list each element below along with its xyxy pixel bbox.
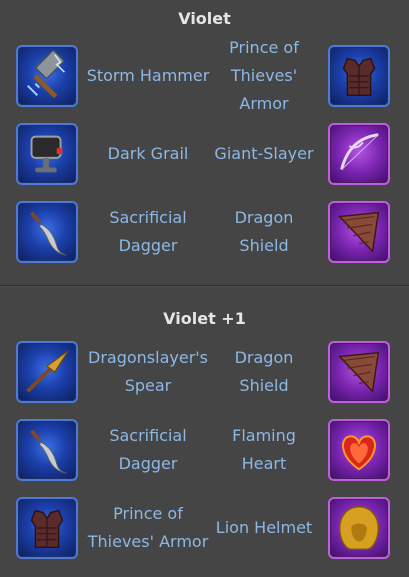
item-name: Prince of Thieves' Armor [229,38,299,113]
section-divider [0,285,409,287]
section-title: Violet [178,9,231,28]
spear-icon[interactable] [16,341,78,403]
section-violet-plus-1: Violet +1 Dragonslayer's Spear Dragon Sh… [0,292,409,570]
bow-icon[interactable] [328,123,390,185]
item-row: Storm Hammer Prince of Thieves' Armor [0,38,409,118]
item-name: Giant-Slayer [214,144,314,163]
item-name: Dragonslayer's Spear [88,348,208,395]
item-row: Dragonslayer's Spear Dragon Shield [0,336,409,414]
item-row: Prince of Thieves' Armor Lion Helmet [0,492,409,570]
item-name: Sacrificial Dagger [109,426,187,473]
item-name: Prince of Thieves' Armor [87,504,209,551]
item-name: Flaming Heart [232,426,296,473]
grail-icon[interactable] [16,123,78,185]
item-name: Lion Helmet [215,518,313,537]
item-row: Dark Grail Giant-Slayer [0,118,409,196]
section-title: Violet +1 [163,309,246,328]
lion-helmet-icon[interactable] [328,497,390,559]
section-violet: Violet Storm Hammer Prince of Thieves' A… [0,0,409,292]
item-name: Storm Hammer [86,66,210,85]
dagger-icon[interactable] [16,419,78,481]
item-row: Sacrificial Dagger Dragon Shield [0,196,409,274]
scale-shield-icon[interactable] [328,201,390,263]
scale-shield-icon[interactable] [328,341,390,403]
item-row: Sacrificial Dagger Flaming Heart [0,414,409,492]
item-name: Dark Grail [107,144,189,163]
armor-vest-icon[interactable] [328,45,390,107]
storm-hammer-icon[interactable] [16,45,78,107]
armor-vest-icon[interactable] [16,497,78,559]
item-name: Dragon Shield [234,208,294,255]
dagger-icon[interactable] [16,201,78,263]
item-name: Dragon Shield [234,348,294,395]
flaming-heart-icon[interactable] [328,419,390,481]
item-name: Sacrificial Dagger [109,208,187,255]
